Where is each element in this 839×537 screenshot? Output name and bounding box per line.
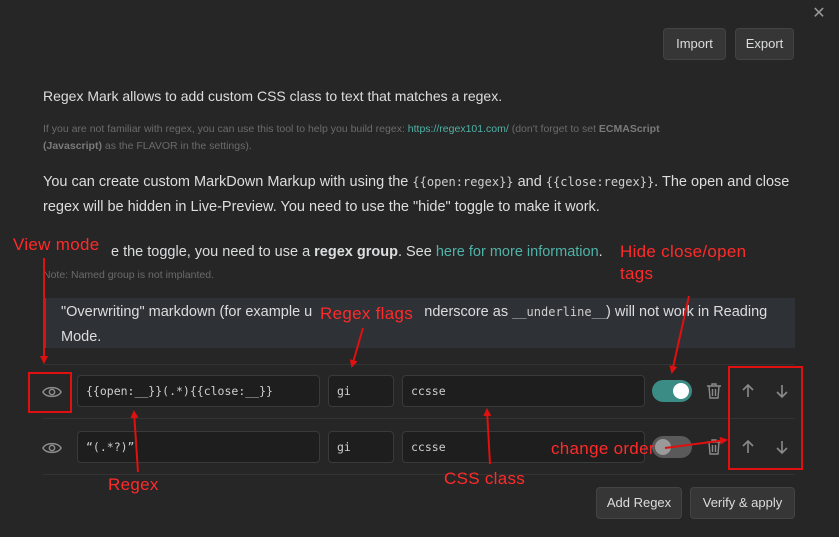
flags-input[interactable]: gi bbox=[328, 431, 394, 463]
markup-paragraph: You can create custom MarkDown Markup wi… bbox=[43, 170, 803, 220]
annotation-box-order bbox=[728, 366, 803, 470]
hide-toggle[interactable] bbox=[652, 436, 692, 458]
callout-code: __underline__ bbox=[512, 305, 607, 319]
add-regex-button[interactable]: Add Regex bbox=[596, 487, 682, 519]
divider bbox=[43, 364, 795, 365]
annotation-change-order: change order bbox=[551, 439, 655, 458]
note-text: (don't forget to set bbox=[508, 123, 599, 135]
import-button[interactable]: Import bbox=[663, 28, 726, 60]
para-text: and bbox=[513, 174, 546, 190]
regex101-link[interactable]: https://regex101.com/ bbox=[408, 123, 509, 135]
regex-row: “(.*?)” gi ccsse bbox=[28, 430, 798, 466]
para-text: You can create custom MarkDown Markup wi… bbox=[43, 174, 413, 190]
note-text: as the FLAVOR in the settings). bbox=[101, 140, 252, 152]
callout-text: nderscore as bbox=[424, 304, 513, 320]
flags-input[interactable]: gi bbox=[328, 375, 394, 407]
callout-text: "Overwriting" markdown (for example u bbox=[61, 304, 313, 320]
settings-modal: ✕ Import Export Regex Mark allows to add… bbox=[0, 0, 839, 537]
annotation-regex-flags: Regex flags bbox=[320, 304, 414, 323]
close-icon[interactable]: ✕ bbox=[811, 6, 827, 22]
para-text: . bbox=[598, 244, 603, 260]
annotation-hide-line2: tags bbox=[620, 264, 654, 283]
toggle-knob bbox=[655, 439, 671, 455]
para-text: e the toggle, you need to use a bbox=[111, 244, 315, 260]
annotation-hide-tags: Hide close/open tags bbox=[620, 241, 746, 285]
annotation-regex: Regex bbox=[108, 475, 159, 494]
note-text: If you are not familiar with regex, you … bbox=[43, 123, 408, 135]
regex-row: {{open:__}}(.*){{close:__}} gi ccsse bbox=[28, 374, 798, 410]
css-class-input[interactable]: ccsse bbox=[402, 375, 645, 407]
code-close: {{close:regex}} bbox=[545, 175, 655, 189]
export-button[interactable]: Export bbox=[735, 28, 794, 60]
regex-group-bold: regex group bbox=[314, 244, 398, 260]
more-info-link[interactable]: here for more information bbox=[436, 244, 599, 260]
code-open: {{open:regex}} bbox=[412, 175, 514, 189]
regex-input[interactable]: {{open:__}}(.*){{close:__}} bbox=[77, 375, 320, 407]
eye-icon[interactable] bbox=[42, 439, 62, 457]
hide-toggle[interactable] bbox=[652, 380, 692, 402]
toggle-knob bbox=[673, 383, 689, 399]
trash-icon[interactable] bbox=[706, 382, 722, 400]
para-text: . See bbox=[397, 244, 436, 260]
annotation-css-class: CSS class bbox=[444, 469, 526, 488]
annotation-box-view-mode bbox=[28, 372, 72, 413]
note-bold: (Javascript) bbox=[43, 140, 102, 152]
intro-text: Regex Mark allows to add custom CSS clas… bbox=[43, 88, 503, 104]
annotation-hide-line1: Hide close/open bbox=[620, 242, 747, 261]
warning-callout: "Overwriting" markdown (for example u nde… bbox=[43, 298, 795, 348]
regex-input[interactable]: “(.*?)” bbox=[77, 431, 320, 463]
annotation-view-mode: View mode bbox=[13, 235, 100, 254]
verify-apply-button[interactable]: Verify & apply bbox=[690, 487, 795, 519]
trash-icon[interactable] bbox=[706, 438, 722, 456]
divider bbox=[43, 418, 795, 419]
note-bold: ECMAScript bbox=[598, 123, 660, 135]
regex-help-note: If you are not familiar with regex, you … bbox=[43, 121, 803, 155]
